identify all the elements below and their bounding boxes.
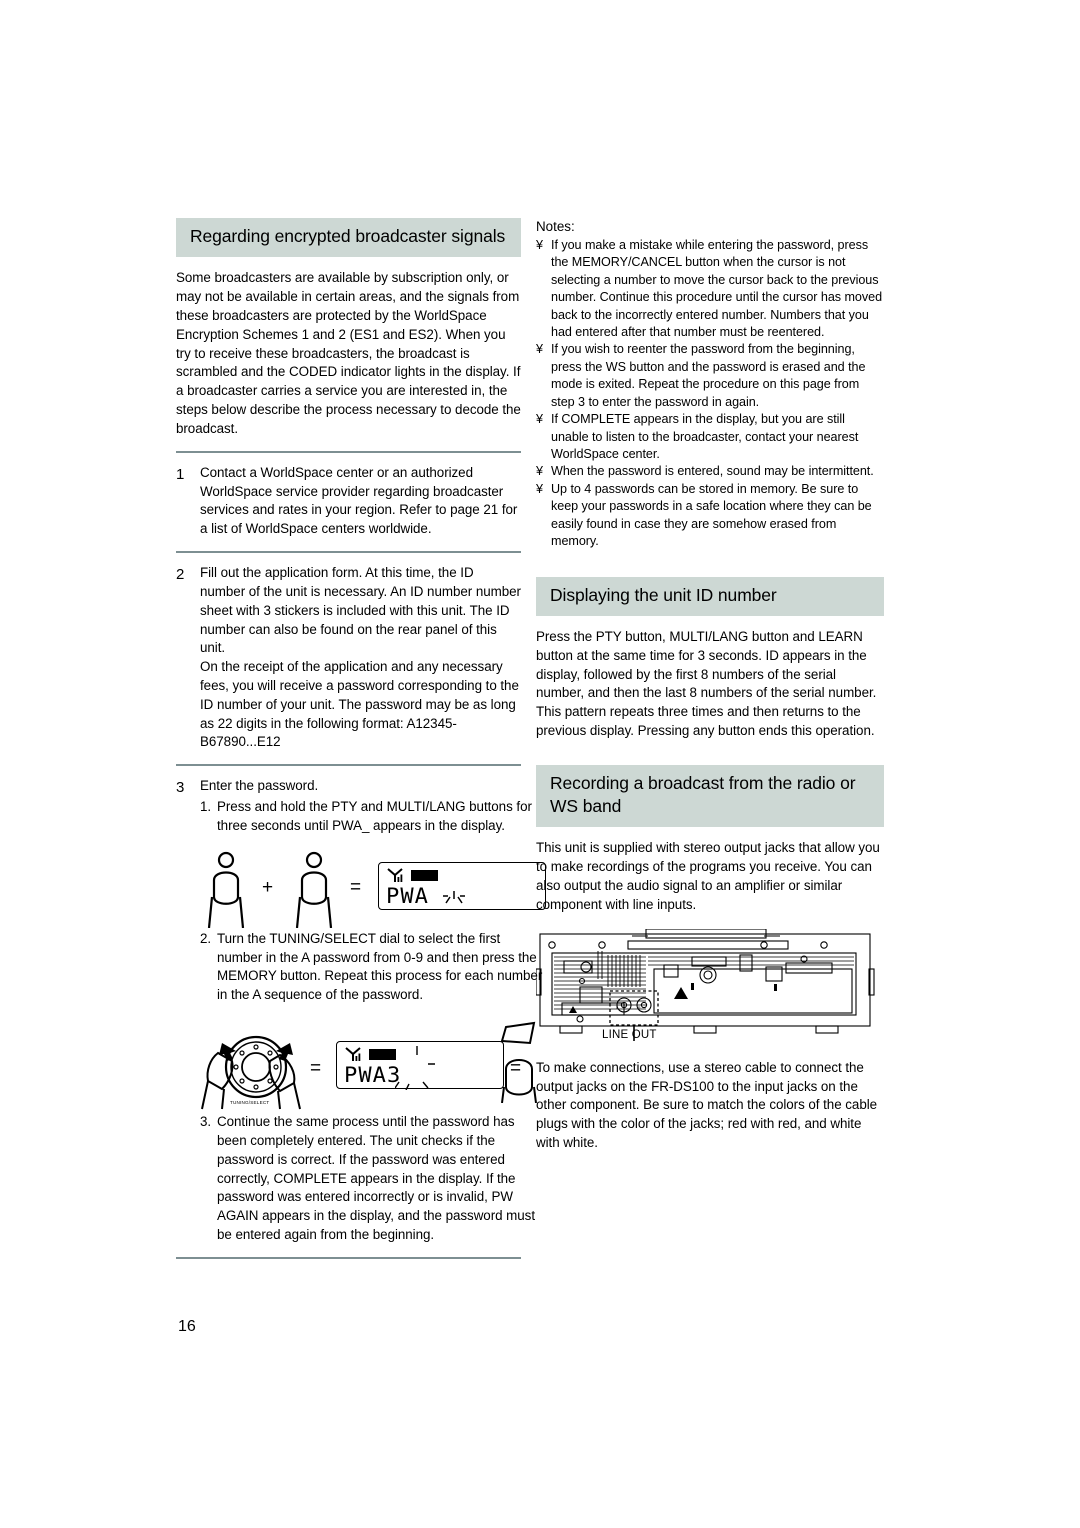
manual-page: Regarding encrypted broadcaster signals … [0,0,1080,1528]
blink-marks-icon [395,1046,435,1091]
step-1-text: Contact a WorldSpace center or an author… [200,464,518,537]
signal-antenna-icon-2 [345,1047,361,1062]
note-bullet-icon-4: ¥ [536,464,544,479]
figure-rear-panel: L R LINE OUT [536,928,884,1047]
step-1: 1 Contact a WorldSpace center or an auth… [176,464,521,539]
equals-sign-2: = [310,1058,322,1080]
substep-3-number: 3. [200,1114,212,1130]
memory-button-finger-illustration [500,1021,537,1104]
heading-displaying-unit-id: Displaying the unit ID number [536,576,884,616]
rear-panel-illustration: L R [536,928,875,1041]
note-item-5: ¥ Up to 4 passwords can be stored in mem… [536,481,884,551]
intro-paragraph: Some broadcasters are available by subsc… [176,270,521,436]
lcd-block-indicator-2 [369,1049,396,1061]
substep-2-text: Turn the TUNING/SELECT dial to select th… [217,930,543,1003]
note-item-1: ¥ If you make a mistake while entering t… [536,237,884,342]
step-3-substep-2: 2. Turn the TUNING/SELECT dial to select… [200,930,545,1005]
label-line-out: LINE OUT [602,1028,657,1041]
svg-text:R: R [638,1006,641,1010]
note-text-4: When the password is entered, sound may … [551,464,874,479]
right-column: Notes: ¥ If you make a mistake while ent… [536,218,884,1153]
step-1-number: 1 [176,465,185,483]
paragraph-unit-id: Press the PTY button, MULTI/LANG button … [536,628,877,739]
note-bullet-icon-2: ¥ [536,342,544,357]
note-bullet-icon-3: ¥ [536,412,544,427]
note-text-3: If COMPLETE appears in the display, but … [551,412,859,462]
paragraph-connections: To make connections, use a stereo cable … [536,1059,878,1151]
heading-recording-broadcast: Recording a broadcast from the radio or … [536,764,884,828]
blinking-cursor-icon [443,890,465,904]
svg-text:L: L [616,1006,618,1010]
lcd-text-pwa: PWA [386,883,429,908]
lcd-block-indicator [411,869,438,881]
lcd-text-pwa3: PWA3 [344,1063,402,1088]
left-column: Regarding encrypted broadcaster signals … [176,218,546,1259]
divider-rule-4 [176,1256,521,1259]
divider-rule-3 [176,764,521,767]
substep-1-number: 1. [200,799,212,815]
step-2-number: 2 [176,566,185,584]
substep-2-number: 2. [200,930,212,946]
step-3: 3 Enter the password. 1. Press and hold … [176,777,546,1245]
notes-title: Notes: [536,219,575,234]
step-3-text: Enter the password. [200,778,319,794]
substep-3-text: Continue the same process until the pass… [217,1114,536,1243]
note-item-4: ¥ When the password is entered, sound ma… [536,463,884,480]
note-text-5: Up to 4 passwords can be stored in memor… [551,481,872,549]
note-item-2: ¥ If you wish to reenter the password fr… [536,341,884,411]
note-item-3: ¥ If COMPLETE appears in the display, bu… [536,411,884,463]
figure-press-two-buttons: + = PWA [200,850,546,928]
paragraph-recording: This unit is supplied with stereo output… [536,840,880,912]
lcd-display-pwa3: PWA3 [336,1041,504,1091]
dial-label-tuning-select: TUNING/SELECT [230,1100,270,1106]
step-2-body: Fill out the application form. At this t… [200,564,521,752]
figure-tuning-dial: TUNING/SELECT = PWA3 = [200,1019,545,1111]
substep-1-text: Press and hold the PTY and MULTI/LANG bu… [217,799,532,833]
divider-rule-2 [176,551,521,554]
equals-sign-1: = [350,876,362,898]
lcd-indicator-group [387,868,438,883]
lcd-display-pwa: PWA [378,861,546,910]
step-2-text-2: On the receipt of the application and an… [200,659,519,750]
divider-rule-1 [176,450,521,453]
plus-sign: + [262,876,274,898]
page-number: 16 [178,1318,196,1335]
heading-encrypted-broadcaster-signals: Regarding encrypted broadcaster signals [176,218,521,258]
step-3-substep-3: 3. Continue the same process until the p… [200,1113,545,1245]
note-bullet-icon-1: ¥ [536,237,544,252]
note-bullet-icon-5: ¥ [536,481,544,496]
step-3-number: 3 [176,779,185,797]
lcd-indicator-group-2 [345,1047,396,1062]
note-text-1: If you make a mistake while entering the… [551,237,883,339]
step-3-substep-1: 1. Press and hold the PTY and MULTI/LANG… [200,798,545,836]
signal-antenna-icon [387,868,403,882]
step-2: 2 Fill out the application form. At this… [176,564,521,752]
note-text-2: If you wish to reenter the password from… [551,342,866,409]
step-2-text: Fill out the application form. At this t… [200,565,521,656]
step-3-body: Enter the password. 1. Press and hold th… [200,777,546,1245]
